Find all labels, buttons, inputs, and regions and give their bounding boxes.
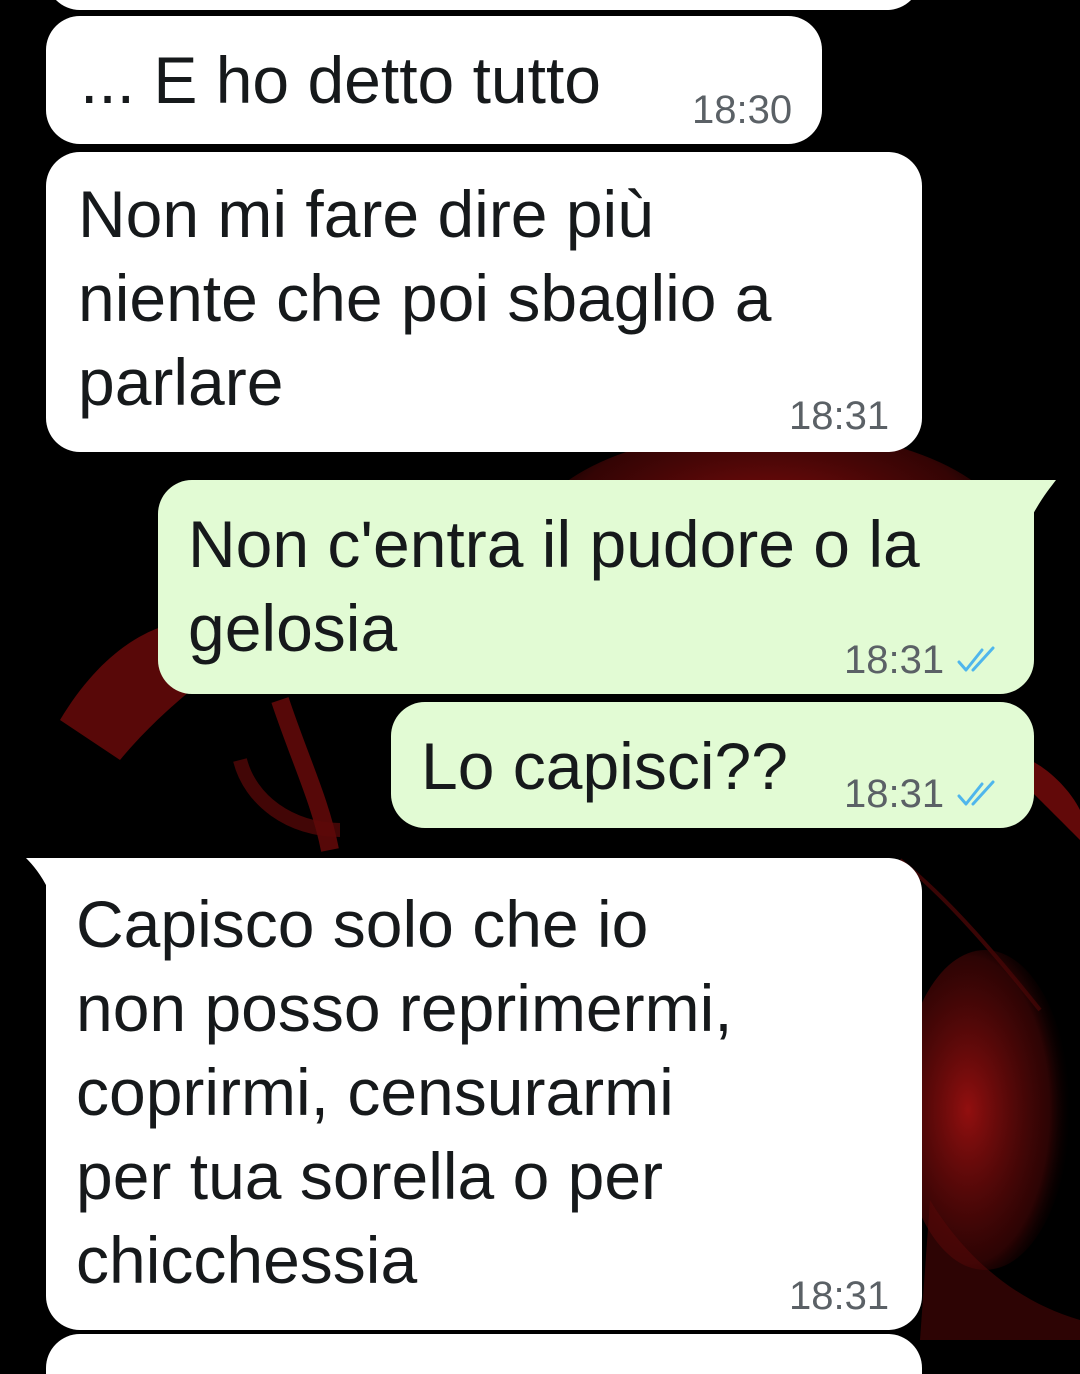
message-text: Non c'entra il pudore o la gelosia [188, 507, 920, 665]
message-meta: 18:31 [844, 638, 1000, 682]
message-bubble-outgoing[interactable]: Lo capisci?? 18:31 [391, 702, 1034, 828]
message-time: 18:31 [844, 772, 945, 816]
message-bubble-incoming[interactable]: ... E ho detto tutto 18:30 [46, 16, 822, 144]
message-text: Capisco solo che io non posso reprimermi… [76, 887, 733, 1297]
double-check-read-icon [957, 646, 995, 672]
message-bubble-outgoing[interactable]: Non c'entra il pudore o la gelosia 18:31 [158, 480, 1034, 694]
message-time: 18:31 [789, 1274, 890, 1318]
message-time: 18:30 [692, 88, 793, 132]
message-time: 18:31 [844, 638, 945, 682]
message-text: ... E ho detto tutto [80, 43, 602, 117]
message-bubble-incoming[interactable]: Non mi fare dire più niente che poi sbag… [46, 152, 922, 452]
message-text: Non mi fare dire più niente che poi sbag… [78, 177, 772, 419]
message-bubble-partial[interactable] [46, 0, 921, 10]
message-text: Lo capisci?? [421, 729, 788, 803]
message-meta: 18:31 [844, 772, 1000, 816]
double-check-read-icon [957, 780, 995, 806]
message-time: 18:31 [789, 394, 890, 438]
message-bubble-incoming[interactable]: Capisco solo che io non posso reprimermi… [46, 858, 922, 1330]
message-bubble-partial[interactable] [46, 1334, 922, 1374]
